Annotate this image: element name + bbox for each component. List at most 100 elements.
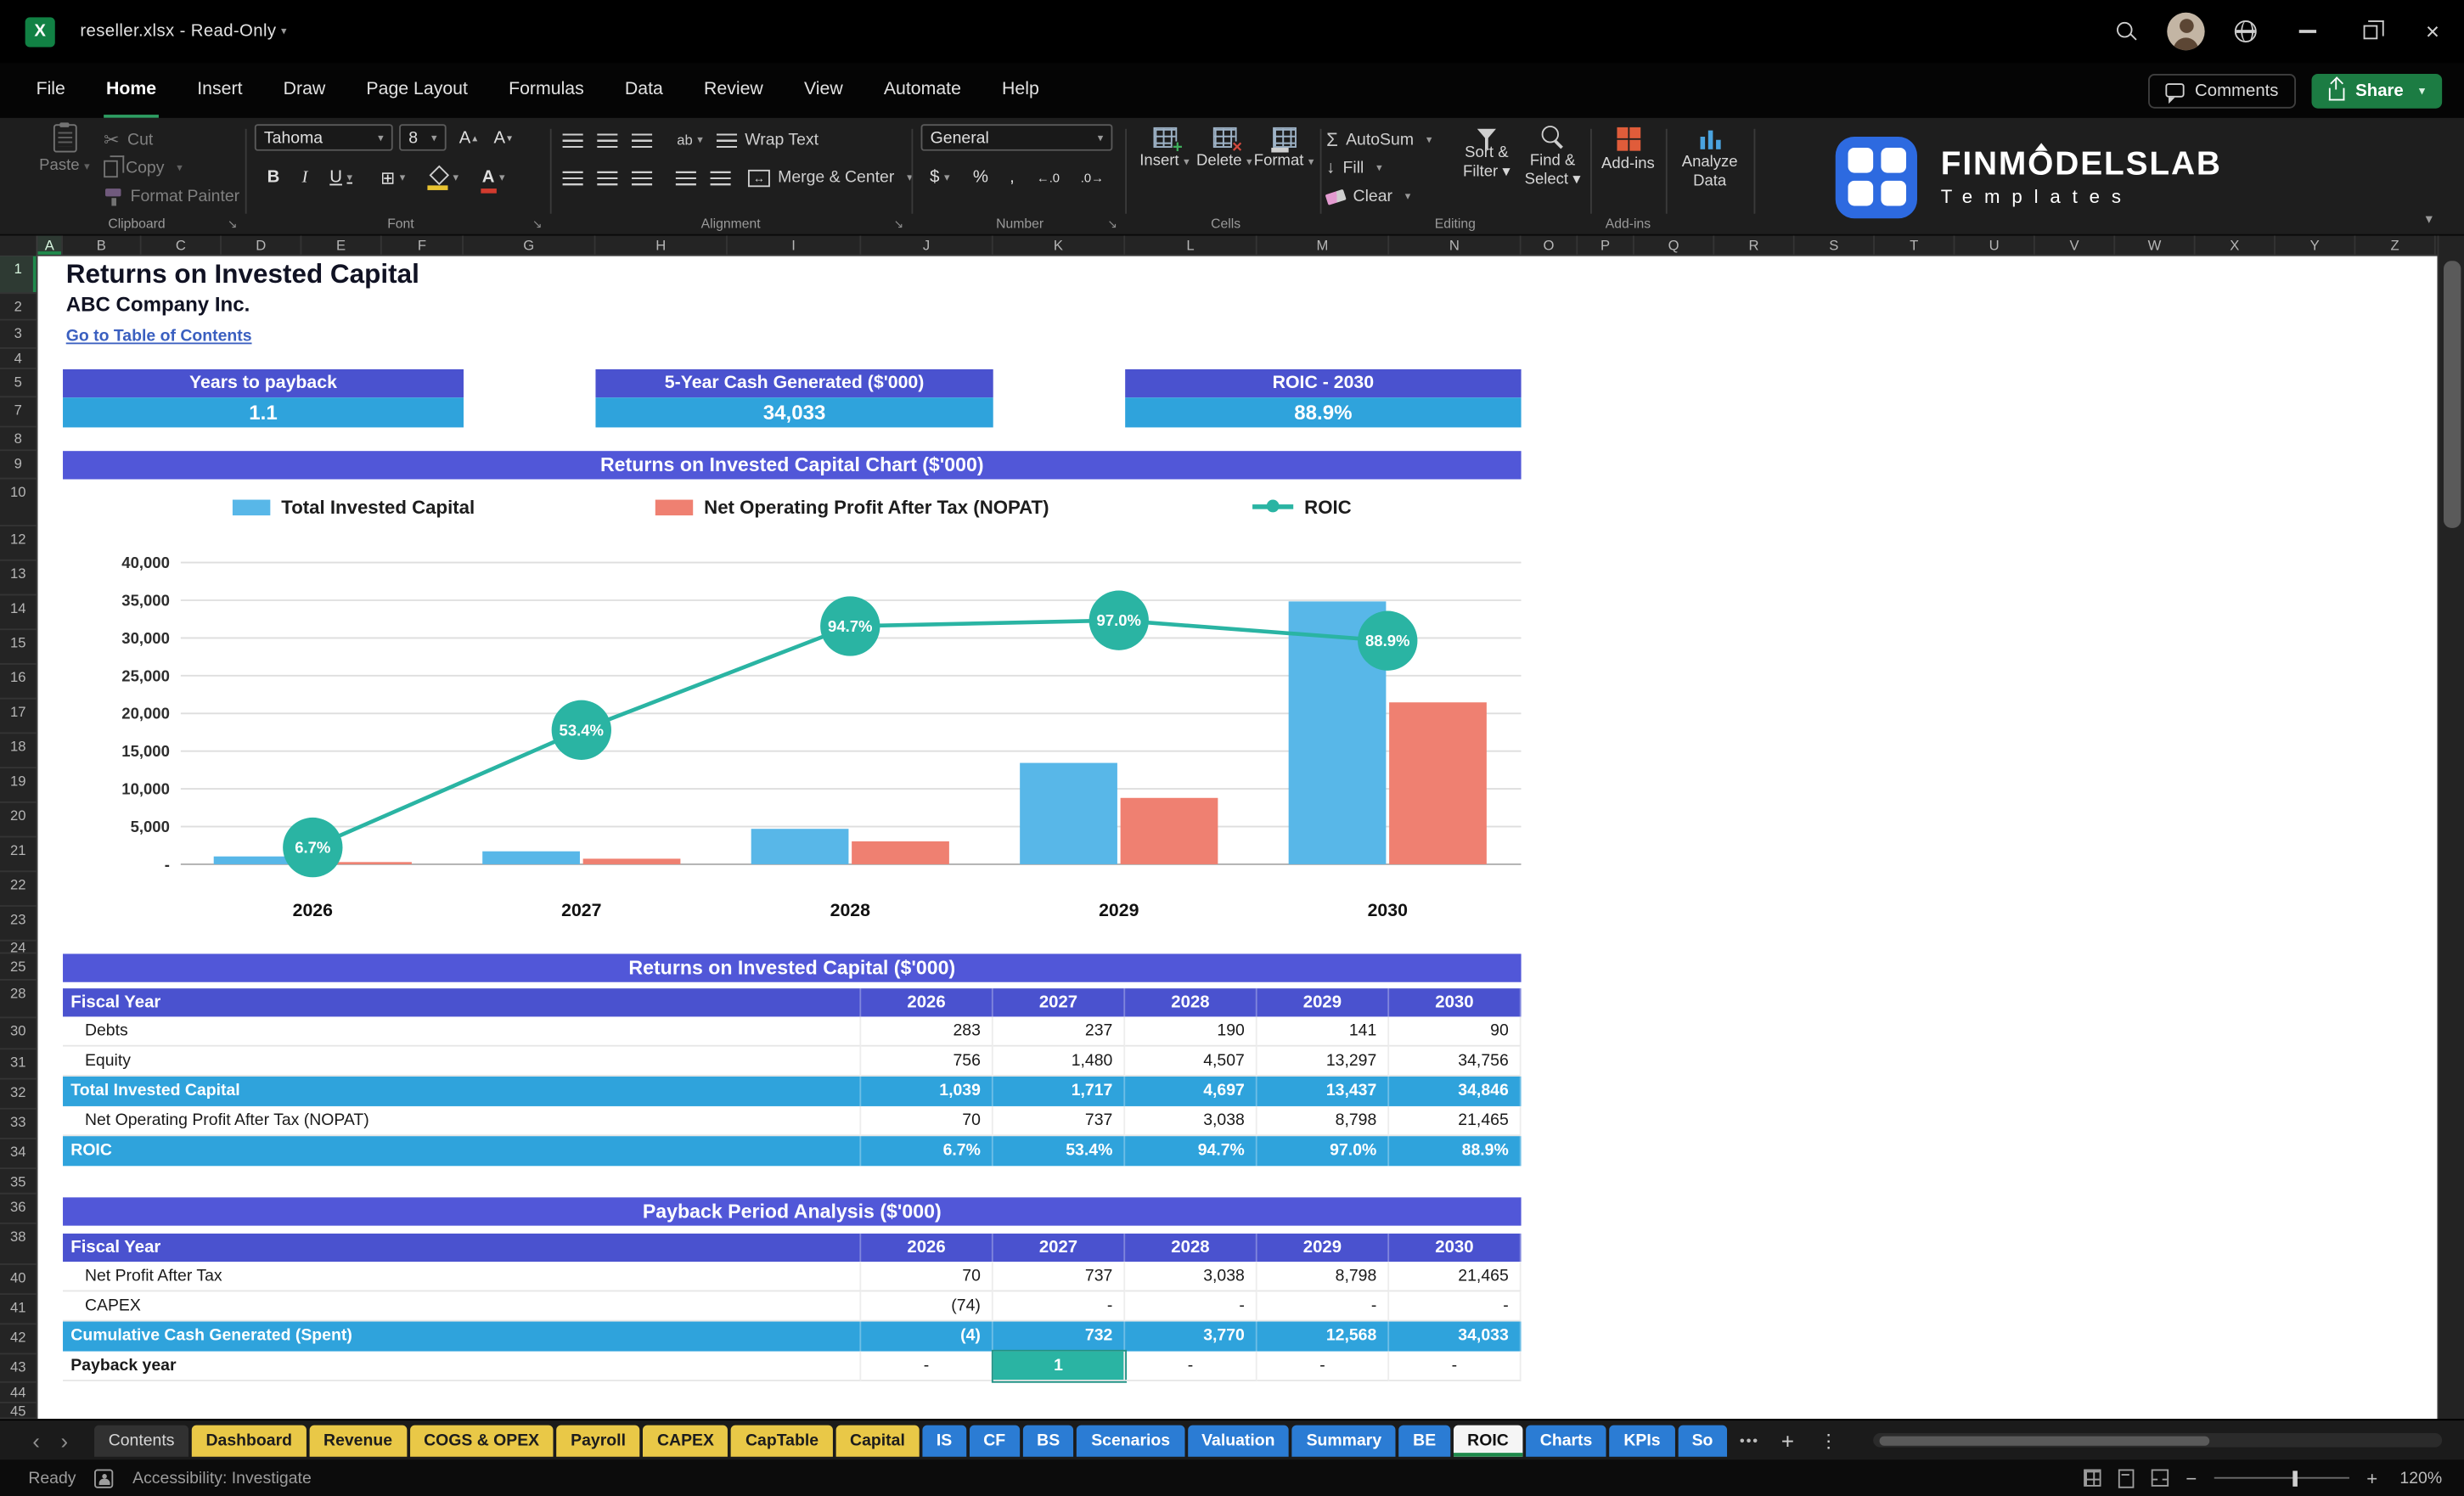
decrease-indent-button[interactable] xyxy=(669,163,700,191)
restore-button[interactable] xyxy=(2338,0,2401,63)
addins-button[interactable]: Add-ins xyxy=(1596,127,1659,173)
align-right-button[interactable] xyxy=(626,163,657,191)
zoom-level[interactable]: 120% xyxy=(2395,1469,2442,1488)
menu-tab-view[interactable]: View xyxy=(784,63,864,118)
cell-value[interactable]: 4,507 xyxy=(1125,1046,1257,1077)
column-header-q[interactable]: Q xyxy=(1634,235,1715,255)
delete-cells-button[interactable]: Delete▾ xyxy=(1196,127,1252,170)
italic-button[interactable]: I xyxy=(290,163,321,191)
column-header-b[interactable]: B xyxy=(63,235,142,255)
format-painter-button[interactable]: Format Painter xyxy=(104,184,239,210)
row-header-32[interactable]: 32 xyxy=(0,1079,37,1110)
column-header-w[interactable]: W xyxy=(2115,235,2196,255)
cell-value[interactable]: 21,465 xyxy=(1389,1105,1522,1137)
row-header-40[interactable]: 40 xyxy=(0,1265,37,1296)
column-header-f[interactable]: F xyxy=(382,235,464,255)
number-dialog-launcher-icon[interactable]: ↘ xyxy=(1107,217,1117,231)
row-header-30[interactable]: 30 xyxy=(0,1018,37,1050)
sheet-tab-contents[interactable]: Contents xyxy=(94,1424,189,1456)
sheet-options-button[interactable]: ⋮ xyxy=(1820,1429,1838,1451)
row-header-16[interactable]: 16 xyxy=(0,665,37,700)
insert-cells-button[interactable]: Insert▾ xyxy=(1138,127,1191,170)
column-header-n[interactable]: N xyxy=(1389,235,1522,255)
cell-value[interactable]: 3,038 xyxy=(1125,1262,1257,1292)
font-color-button[interactable]: A ▾ xyxy=(471,163,515,193)
sheet-tab-revenue[interactable]: Revenue xyxy=(309,1424,407,1456)
row-header-21[interactable]: 21 xyxy=(0,837,37,873)
row-label[interactable]: Total Invested Capital xyxy=(63,1076,862,1106)
cell-value[interactable]: 12,568 xyxy=(1257,1321,1390,1352)
cell-value[interactable]: 737 xyxy=(993,1262,1126,1292)
column-header-j[interactable]: J xyxy=(861,235,993,255)
cell-value[interactable]: 283 xyxy=(861,1016,993,1047)
table-header-year[interactable]: 2028 xyxy=(1125,1233,1257,1263)
sheet-tab-be[interactable]: BE xyxy=(1398,1424,1450,1456)
cell-value[interactable]: - xyxy=(1125,1351,1257,1381)
alignment-dialog-launcher-icon[interactable]: ↘ xyxy=(894,217,904,231)
cell-value[interactable]: 8,798 xyxy=(1257,1262,1390,1292)
cell-value[interactable]: 3,038 xyxy=(1125,1105,1257,1137)
row-header-13[interactable]: 13 xyxy=(0,561,37,596)
cell-value[interactable]: - xyxy=(1257,1291,1390,1322)
cell-value[interactable]: - xyxy=(1389,1351,1522,1381)
row-header-24[interactable]: 24 xyxy=(0,941,37,954)
row-header-19[interactable]: 19 xyxy=(0,768,37,803)
accounting-format-button[interactable]: $ ▾ xyxy=(921,163,959,191)
cell-value[interactable]: 70 xyxy=(861,1105,993,1137)
menu-tab-data[interactable]: Data xyxy=(605,63,684,118)
row-header-34[interactable]: 34 xyxy=(0,1139,37,1169)
column-header-y[interactable]: Y xyxy=(2276,235,2356,255)
cell-value[interactable]: 141 xyxy=(1257,1016,1390,1047)
table-header-year[interactable]: 2029 xyxy=(1257,1233,1390,1263)
sheet-tab-charts[interactable]: Charts xyxy=(1526,1424,1607,1456)
zoom-slider-thumb[interactable] xyxy=(2292,1470,2298,1486)
menu-tab-home[interactable]: Home xyxy=(86,63,177,118)
increase-decimal-button[interactable]: ←.0 xyxy=(1027,163,1068,191)
analyze-data-button[interactable]: Analyze Data xyxy=(1672,127,1747,190)
kpi-card-roic-2030[interactable]: ROIC - 2030 88.9% xyxy=(1125,368,1522,428)
row-header-14[interactable]: 14 xyxy=(0,595,37,631)
cell-value[interactable]: 97.0% xyxy=(1257,1136,1390,1167)
font-family-select[interactable]: Tahoma ▾ xyxy=(254,124,393,151)
table-header-year[interactable]: 2030 xyxy=(1389,988,1522,1017)
horizontal-scrollbar[interactable] xyxy=(1872,1432,2443,1448)
sheet-tab-so[interactable]: So xyxy=(1677,1424,1728,1456)
menu-tab-draw[interactable]: Draw xyxy=(263,63,346,118)
sheet-tab-is[interactable]: IS xyxy=(922,1424,966,1456)
kpi-card-5-year-cash-generated-000[interactable]: 5-Year Cash Generated ($'000) 34,033 xyxy=(595,368,993,428)
column-header-l[interactable]: L xyxy=(1125,235,1257,255)
column-header-h[interactable]: H xyxy=(595,235,728,255)
row-header-18[interactable]: 18 xyxy=(0,734,37,769)
accessibility-status[interactable]: Accessibility: Investigate xyxy=(132,1469,312,1488)
menu-tab-review[interactable]: Review xyxy=(684,63,784,118)
page-break-view-icon[interactable] xyxy=(2151,1469,2169,1487)
cell-value[interactable]: 34,033 xyxy=(1389,1321,1522,1352)
sheet-tab-bs[interactable]: BS xyxy=(1022,1424,1074,1456)
borders-button[interactable]: ⊞ ▾ xyxy=(371,163,415,191)
cell-value[interactable]: 737 xyxy=(993,1105,1126,1137)
menu-tab-help[interactable]: Help xyxy=(982,63,1060,118)
row-header-31[interactable]: 31 xyxy=(0,1049,37,1080)
row-header-1[interactable]: 1 xyxy=(0,256,37,295)
kpi-card-years-to-payback[interactable]: Years to payback 1.1 xyxy=(63,368,464,428)
sheet-grid[interactable]: 1 2 3 4 5 7 8 9 10 12 13 14 15 16 17 18 19 20 21 22 23 24 25 28… xyxy=(0,256,2438,1420)
share-button[interactable]: Share ▾ xyxy=(2311,73,2443,108)
collapse-ribbon-icon[interactable]: ▾ xyxy=(2426,211,2433,228)
section-header-returns-on-invested-capital-000[interactable]: Returns on Invested Capital ($'000) xyxy=(63,953,1522,982)
minimize-button[interactable] xyxy=(2276,0,2338,63)
account-button[interactable] xyxy=(2156,0,2215,63)
autosum-button[interactable]: Σ AutoSum ▾ xyxy=(1326,127,1432,153)
row-header-25[interactable]: 25 xyxy=(0,953,37,981)
row-label[interactable]: Net Operating Profit After Tax (NOPAT) xyxy=(63,1105,862,1137)
row-header-42[interactable]: 42 xyxy=(0,1324,37,1355)
sheet-tab-roic[interactable]: ROIC xyxy=(1453,1424,1523,1456)
title-chevron-icon[interactable]: ▾ xyxy=(281,25,287,37)
row-label[interactable]: Payback year xyxy=(63,1351,862,1381)
cell-value[interactable]: 756 xyxy=(861,1046,993,1077)
cell-value[interactable]: 1,039 xyxy=(861,1076,993,1106)
new-sheet-button[interactable]: + xyxy=(1781,1427,1794,1453)
column-header-m[interactable]: M xyxy=(1257,235,1390,255)
row-header-22[interactable]: 22 xyxy=(0,872,37,907)
column-header-p[interactable]: P xyxy=(1578,235,1634,255)
row-header-45[interactable]: 45 xyxy=(0,1403,37,1420)
